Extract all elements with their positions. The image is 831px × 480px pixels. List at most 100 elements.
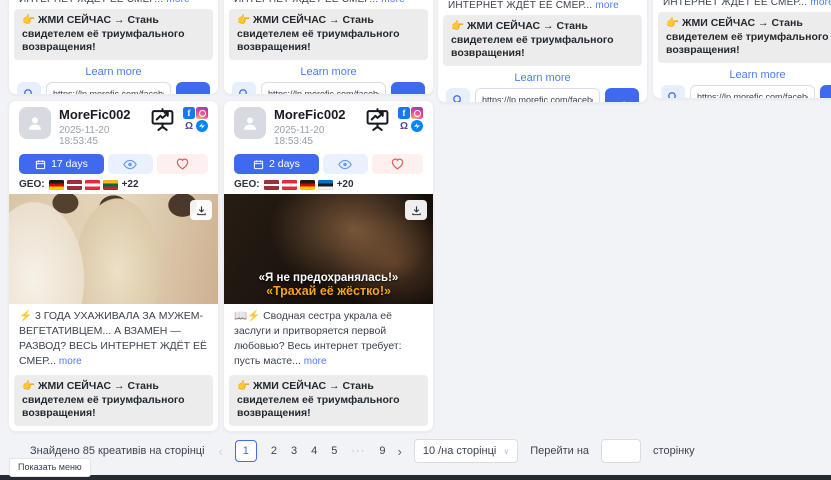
favorite-button[interactable]: [372, 154, 423, 174]
messenger-icon[interactable]: [196, 120, 208, 132]
truncated-text-line: ИНТЕРНЕТ ЖДЁТ ЕЁ СМЕР... more: [9, 0, 218, 5]
more-link[interactable]: more: [810, 0, 831, 8]
ad-text: ⚡ 3 ГОДА УХАЖИВАЛА ЗА МУЖЕМ-ВЕГЕТАТИВЦЕМ…: [9, 304, 218, 369]
views-button[interactable]: [323, 154, 368, 174]
geo-flags: [49, 180, 118, 190]
more-link[interactable]: more: [595, 0, 619, 11]
stats-board-icon[interactable]: [149, 107, 176, 132]
page-name: MoreFic002: [59, 107, 141, 122]
stats-board-icon[interactable]: [364, 107, 391, 132]
page-5[interactable]: 5: [331, 445, 337, 457]
truncated-text-line: ИНТЕРНЕТ ЖДЁТ ЕЁ СМЕР... more: [653, 0, 831, 8]
goto-page-input[interactable]: [601, 439, 641, 463]
open-url-button[interactable]: →: [391, 82, 425, 95]
instagram-icon[interactable]: [196, 107, 208, 119]
truncated-text-line: ИНТЕРНЕТ ЖДЁТ ЕЁ СМЕР... more: [438, 0, 647, 11]
cta-box: 👉 ЖМИ СЕЙЧАС → Стань свидетелем её триум…: [443, 15, 642, 66]
facebook-icon[interactable]: f: [398, 107, 410, 119]
geo-row: GEO: +22: [9, 179, 218, 190]
truncated-text: ИНТЕРНЕТ ЖДЁТ ЕЁ СМЕР...: [663, 0, 807, 8]
facebook-icon[interactable]: f: [183, 107, 195, 119]
prev-page-button[interactable]: ‹: [219, 444, 223, 459]
landing-url-row: →: [9, 82, 218, 95]
page-name: MoreFic002: [274, 107, 356, 122]
pagination: Знайдено 85 креативів на сторінці ‹ 1 2 …: [30, 437, 827, 465]
download-image-button[interactable]: [405, 200, 427, 220]
flag-lv-icon: [67, 180, 82, 190]
flag-de-icon: [49, 180, 64, 190]
goto-label-before: Перейти на: [530, 445, 589, 457]
flag-at-icon: [85, 180, 100, 190]
geo-more-count: +22: [122, 179, 139, 190]
landing-url-row: →: [438, 88, 647, 103]
card-actions: 17 days: [9, 154, 218, 174]
image-caption-line2: «Трахай её жёстко!»: [224, 284, 433, 298]
search-icon[interactable]: [661, 85, 685, 99]
truncated-text-line: ИНТЕРНЕТ ЖДЁТ ЕЁ СМЕР... more: [224, 0, 433, 5]
views-button[interactable]: [108, 154, 153, 174]
card-actions: 2 days: [224, 154, 433, 174]
learn-more-link[interactable]: Learn more: [9, 66, 218, 78]
landing-url-input[interactable]: [690, 85, 815, 99]
cta-box: 👉 ЖМИ СЕЙЧАС → Стань свидетелем её триум…: [229, 9, 428, 60]
ad-card-partial: ИНТЕРНЕТ ЖДЁТ ЕЁ СМЕР... more 👉 ЖМИ СЕЙЧ…: [652, 0, 831, 99]
show-menu-button[interactable]: Показать меню: [9, 458, 91, 477]
geo-row: GEO: +20: [224, 179, 433, 190]
learn-more-link[interactable]: Learn more: [438, 72, 647, 84]
landing-url-row: →: [653, 85, 831, 99]
audience-network-icon[interactable]: Ω: [398, 120, 410, 132]
flag-lv-icon: [264, 180, 279, 190]
ad-image[interactable]: [9, 194, 218, 304]
cta-box: 👉 ЖМИ СЕЙЧАС → Стань свидетелем её триум…: [14, 9, 213, 60]
open-url-button[interactable]: →: [820, 85, 831, 99]
ad-image[interactable]: «Я не предохранялась!» «Трахай её жёстко…: [224, 194, 433, 304]
more-link[interactable]: more: [59, 356, 82, 367]
pages-ellipsis[interactable]: ···: [351, 445, 365, 457]
days-active-button[interactable]: 17 days: [19, 154, 104, 174]
landing-url-input[interactable]: [46, 82, 171, 95]
favorite-button[interactable]: [157, 154, 208, 174]
page-3[interactable]: 3: [291, 445, 297, 457]
days-active-button[interactable]: 2 days: [234, 154, 319, 174]
ad-card-partial: ИНТЕРНЕТ ЖДЁТ ЕЁ СМЕР... more 👉 ЖМИ СЕЙЧ…: [8, 0, 219, 95]
ad-card: MoreFic002 2025-11-20 18:53:45 f Ω 2 day…: [223, 100, 434, 432]
image-caption-line1: «Я не предохранялась!»: [224, 272, 433, 284]
page-4[interactable]: 4: [311, 445, 317, 457]
geo-label: GEO:: [19, 179, 45, 190]
avatar: [234, 107, 266, 139]
landing-url-input[interactable]: [261, 82, 386, 95]
download-image-button[interactable]: [190, 200, 212, 220]
creative-datetime: 2025-11-20 18:53:45: [59, 125, 141, 147]
search-icon[interactable]: [446, 88, 470, 103]
creatives-page: ИНТЕРНЕТ ЖДЁТ ЕЁ СМЕР... more 👉 ЖМИ СЕЙЧ…: [0, 0, 831, 480]
learn-more-link[interactable]: Learn more: [224, 66, 433, 78]
next-page-button[interactable]: ›: [397, 444, 401, 459]
card-header: MoreFic002 2025-11-20 18:53:45 f Ω: [224, 107, 433, 147]
page-1-current[interactable]: 1: [235, 440, 257, 462]
truncated-text: ИНТЕРНЕТ ЖДЁТ ЕЁ СМЕР...: [448, 0, 592, 11]
geo-label: GEO:: [234, 179, 260, 190]
instagram-icon[interactable]: [411, 107, 423, 119]
page-size-select[interactable]: 10 /на сторінці ∨: [414, 439, 518, 463]
search-icon[interactable]: [232, 82, 256, 95]
flag-ee-icon: [318, 180, 333, 190]
learn-more-link[interactable]: Learn more: [653, 69, 831, 81]
bottom-edge-bar: [0, 475, 831, 480]
flag-lt-icon: [103, 180, 118, 190]
open-url-button[interactable]: →: [605, 88, 639, 103]
truncated-text: ИНТЕРНЕТ ЖДЁТ ЕЁ СМЕР...: [234, 0, 378, 5]
search-icon[interactable]: [17, 82, 41, 95]
card-header: MoreFic002 2025-11-20 18:53:45 f Ω: [9, 107, 218, 147]
messenger-icon[interactable]: [411, 120, 423, 132]
more-link[interactable]: more: [304, 356, 327, 367]
landing-url-row: →: [224, 82, 433, 95]
more-link[interactable]: more: [166, 0, 190, 5]
landing-url-input[interactable]: [475, 88, 600, 103]
open-url-button[interactable]: →: [176, 82, 210, 95]
page-9[interactable]: 9: [379, 445, 385, 457]
cta-box: 👉 ЖМИ СЕЙЧАС → Стань свидетелем её триум…: [14, 375, 213, 426]
audience-network-icon[interactable]: Ω: [183, 120, 195, 132]
page-2[interactable]: 2: [271, 445, 277, 457]
goto-label-after: сторінку: [653, 445, 695, 457]
more-link[interactable]: more: [381, 0, 405, 5]
